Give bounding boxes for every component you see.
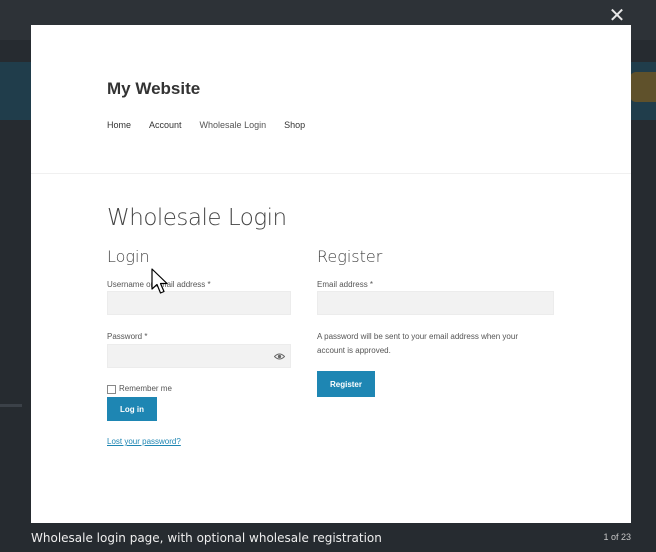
- register-heading: Register: [317, 247, 383, 266]
- remember-me-checkbox[interactable]: [107, 385, 116, 394]
- lightbox-frame: My Website Home Account Wholesale Login …: [31, 25, 631, 523]
- nav-item-wholesale-login[interactable]: Wholesale Login: [200, 120, 267, 130]
- email-input[interactable]: [317, 291, 554, 315]
- register-button[interactable]: Register: [317, 371, 375, 397]
- slide-counter: 1 of 23: [603, 532, 631, 542]
- background-line: [0, 404, 22, 407]
- page-title: Wholesale Login: [107, 205, 287, 231]
- email-label: Email address *: [317, 280, 374, 289]
- lightbox-caption: Wholesale login page, with optional whol…: [31, 531, 382, 545]
- nav-item-account[interactable]: Account: [149, 120, 182, 130]
- lost-password-link[interactable]: Lost your password?: [107, 437, 181, 446]
- eye-icon[interactable]: [274, 352, 285, 361]
- password-input[interactable]: [107, 344, 291, 368]
- nav-item-home[interactable]: Home: [107, 120, 131, 130]
- login-heading: Login: [107, 247, 150, 266]
- site-title[interactable]: My Website: [107, 79, 200, 99]
- mouse-pointer-icon: [151, 268, 168, 294]
- background-accent: [630, 72, 656, 102]
- password-label: Password *: [107, 332, 148, 341]
- register-note: A password will be sent to your email ad…: [317, 332, 518, 355]
- site-nav: Home Account Wholesale Login Shop: [107, 120, 323, 130]
- username-input[interactable]: [107, 291, 291, 315]
- header-divider: [31, 173, 631, 174]
- login-button[interactable]: Log in: [107, 397, 157, 421]
- close-icon[interactable]: ✕: [606, 4, 628, 26]
- nav-item-shop[interactable]: Shop: [284, 120, 305, 130]
- remember-me-label: Remember me: [119, 384, 172, 393]
